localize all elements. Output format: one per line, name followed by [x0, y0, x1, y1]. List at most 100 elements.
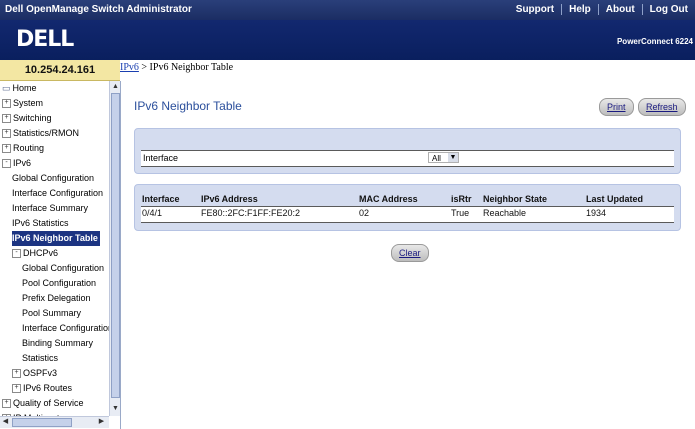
sidebar-item-label: Pool Configuration	[22, 278, 97, 288]
cell-last-updated: 1934	[586, 208, 607, 218]
scroll-left-icon[interactable]: ◀	[1, 417, 10, 427]
sidebar-item-label: Statistics	[22, 353, 59, 363]
collapse-icon[interactable]: -	[2, 159, 11, 169]
product-name: PowerConnect 6224	[616, 37, 693, 46]
header-links: Support Help About Log Out	[509, 4, 695, 15]
sidebar-item-label: Quality of Service	[13, 398, 84, 408]
sidebar-item[interactable]: + IPv6 Routes	[12, 381, 72, 396]
sidebar-item-label: OSPFv3	[23, 368, 58, 378]
sidebar-item-label: Global Configuration	[22, 263, 105, 273]
vertical-scroll-thumb[interactable]	[111, 93, 120, 398]
expand-icon[interactable]: +	[2, 144, 11, 154]
sidebar-item[interactable]: Global Configuration	[12, 171, 94, 186]
sidebar-item[interactable]: + Statistics/RMON	[2, 126, 79, 141]
scroll-down-icon[interactable]: ▼	[111, 404, 120, 414]
expand-icon[interactable]: +	[2, 99, 11, 109]
sidebar-item-label: IPv6	[13, 158, 32, 168]
device-ip: 10.254.24.161	[0, 60, 120, 81]
neighbor-table: Interface IPv6 Address MAC Address isRtr…	[134, 184, 681, 231]
sidebar-item[interactable]: Pool Summary	[22, 306, 81, 321]
sidebar-item[interactable]: Interface Summary	[12, 201, 88, 216]
sidebar-item[interactable]: + Quality of Service	[2, 396, 84, 411]
about-link[interactable]: About	[597, 4, 642, 15]
interface-select[interactable]: All ▼	[428, 152, 459, 163]
sidebar-item-label: Routing	[13, 143, 45, 153]
sidebar-item[interactable]: - DHCPv6	[12, 246, 58, 261]
sidebar-item[interactable]: Pool Configuration	[22, 276, 96, 291]
sidebar-item-label: Interface Configuration	[22, 323, 109, 333]
sidebar-vertical-scrollbar[interactable]: ▲ ▼	[109, 81, 120, 416]
sidebar-item[interactable]: - IPv6	[2, 156, 31, 171]
main-content: IPv6 Neighbor Table Print Refresh Interf…	[121, 80, 695, 429]
chevron-down-icon[interactable]: ▼	[448, 153, 458, 162]
sidebar-item-label: System	[13, 98, 44, 108]
sidebar-item[interactable]: Prefix Delegation	[22, 291, 91, 306]
sidebar-item[interactable]: IPv6 Neighbor Table	[12, 231, 100, 246]
sidebar-item[interactable]: Binding Summary	[22, 336, 93, 351]
interface-label: Interface	[143, 153, 179, 163]
clear-button[interactable]: Clear	[391, 244, 429, 262]
breadcrumb-ipv6-link[interactable]: IPv6	[120, 62, 139, 73]
horizontal-scroll-thumb[interactable]	[12, 418, 72, 427]
col-header-interface: Interface	[142, 194, 180, 204]
scroll-right-icon[interactable]: ▶	[97, 417, 106, 427]
sidebar-item[interactable]: + Switching	[2, 111, 52, 126]
filter-panel: Interface All ▼	[134, 128, 681, 174]
breadcrumb-current: IPv6 Neighbor Table	[149, 62, 234, 73]
col-header-isrtr: isRtr	[451, 194, 472, 204]
sidebar-item-label: Global Configuration	[12, 173, 95, 183]
sidebar-item-label: Pool Summary	[22, 308, 82, 318]
logout-link[interactable]: Log Out	[641, 4, 695, 15]
col-header-mac-address: MAC Address	[359, 194, 418, 204]
expand-icon[interactable]: +	[2, 129, 11, 139]
sidebar-item-label: Home	[12, 83, 37, 93]
col-header-last-updated: Last Updated	[586, 194, 644, 204]
sidebar-item-label: IPv6 Neighbor Table	[12, 233, 98, 243]
app-title: Dell OpenManage Switch Administrator	[5, 4, 192, 15]
sidebar-item-label: Binding Summary	[22, 338, 94, 348]
collapse-icon[interactable]: -	[12, 249, 21, 259]
sidebar-item[interactable]: Interface Configuration	[12, 186, 103, 201]
cell-interface: 0/4/1	[142, 208, 163, 218]
col-header-neighbor-state: Neighbor State	[483, 194, 548, 204]
nav-tree: ▭ Home + System + Switching + Statistics/RMON + R…	[0, 81, 109, 416]
cell-neighbor-state: Reachable	[483, 208, 527, 218]
sidebar-item[interactable]: + OSPFv3	[12, 366, 57, 381]
sidebar-item[interactable]: + Routing	[2, 141, 44, 156]
refresh-button[interactable]: Refresh	[638, 98, 686, 116]
breadcrumb: IPv6 > IPv6 Neighbor Table	[120, 60, 233, 80]
top-bar: Dell OpenManage Switch Administrator Sup…	[0, 0, 695, 20]
sidebar-item-label: Switching	[13, 113, 52, 123]
interface-select-value: All	[432, 154, 441, 163]
sidebar-item[interactable]: IPv6 Statistics	[12, 216, 69, 231]
cell-mac-address: 02	[359, 208, 370, 218]
expand-icon[interactable]: +	[12, 384, 21, 394]
sidebar-item-label: Interface Configuration	[12, 188, 104, 198]
sidebar-item[interactable]: Interface Configuration	[22, 321, 109, 336]
col-header-ipv6-address: IPv6 Address	[201, 194, 258, 204]
brand-bar	[0, 20, 695, 60]
sidebar-item[interactable]: ▭ Home	[2, 81, 37, 96]
sidebar-item-label: DHCPv6	[23, 248, 59, 258]
sidebar-item[interactable]: Global Configuration	[22, 261, 104, 276]
print-button[interactable]: Print	[599, 98, 634, 116]
folder-icon: ▭	[2, 83, 11, 93]
help-link[interactable]: Help	[561, 4, 598, 15]
expand-icon[interactable]: +	[2, 399, 11, 409]
cell-isrtr: True	[451, 208, 470, 218]
breadcrumb-separator: >	[138, 62, 150, 73]
page-title: IPv6 Neighbor Table	[134, 99, 242, 113]
expand-icon[interactable]: +	[12, 369, 21, 379]
sidebar-item[interactable]: Statistics	[22, 351, 58, 366]
sidebar-item-label: Prefix Delegation	[22, 293, 91, 303]
scroll-up-icon[interactable]: ▲	[111, 82, 120, 92]
sidebar-item-label: IPv6 Routes	[23, 383, 73, 393]
sidebar-item-label: IPv6 Statistics	[12, 218, 69, 228]
sidebar-horizontal-scrollbar[interactable]: ◀ ▶	[0, 416, 109, 428]
sidebar-item[interactable]: + System	[2, 96, 43, 111]
filter-row: Interface All ▼	[141, 150, 674, 167]
dell-logo: DELL	[16, 27, 74, 52]
expand-icon[interactable]: +	[2, 114, 11, 124]
table-row: 0/4/1 FE80::2FC:F1FF:FE20:2 02 True Reac…	[141, 206, 674, 223]
support-link[interactable]: Support	[509, 4, 561, 15]
